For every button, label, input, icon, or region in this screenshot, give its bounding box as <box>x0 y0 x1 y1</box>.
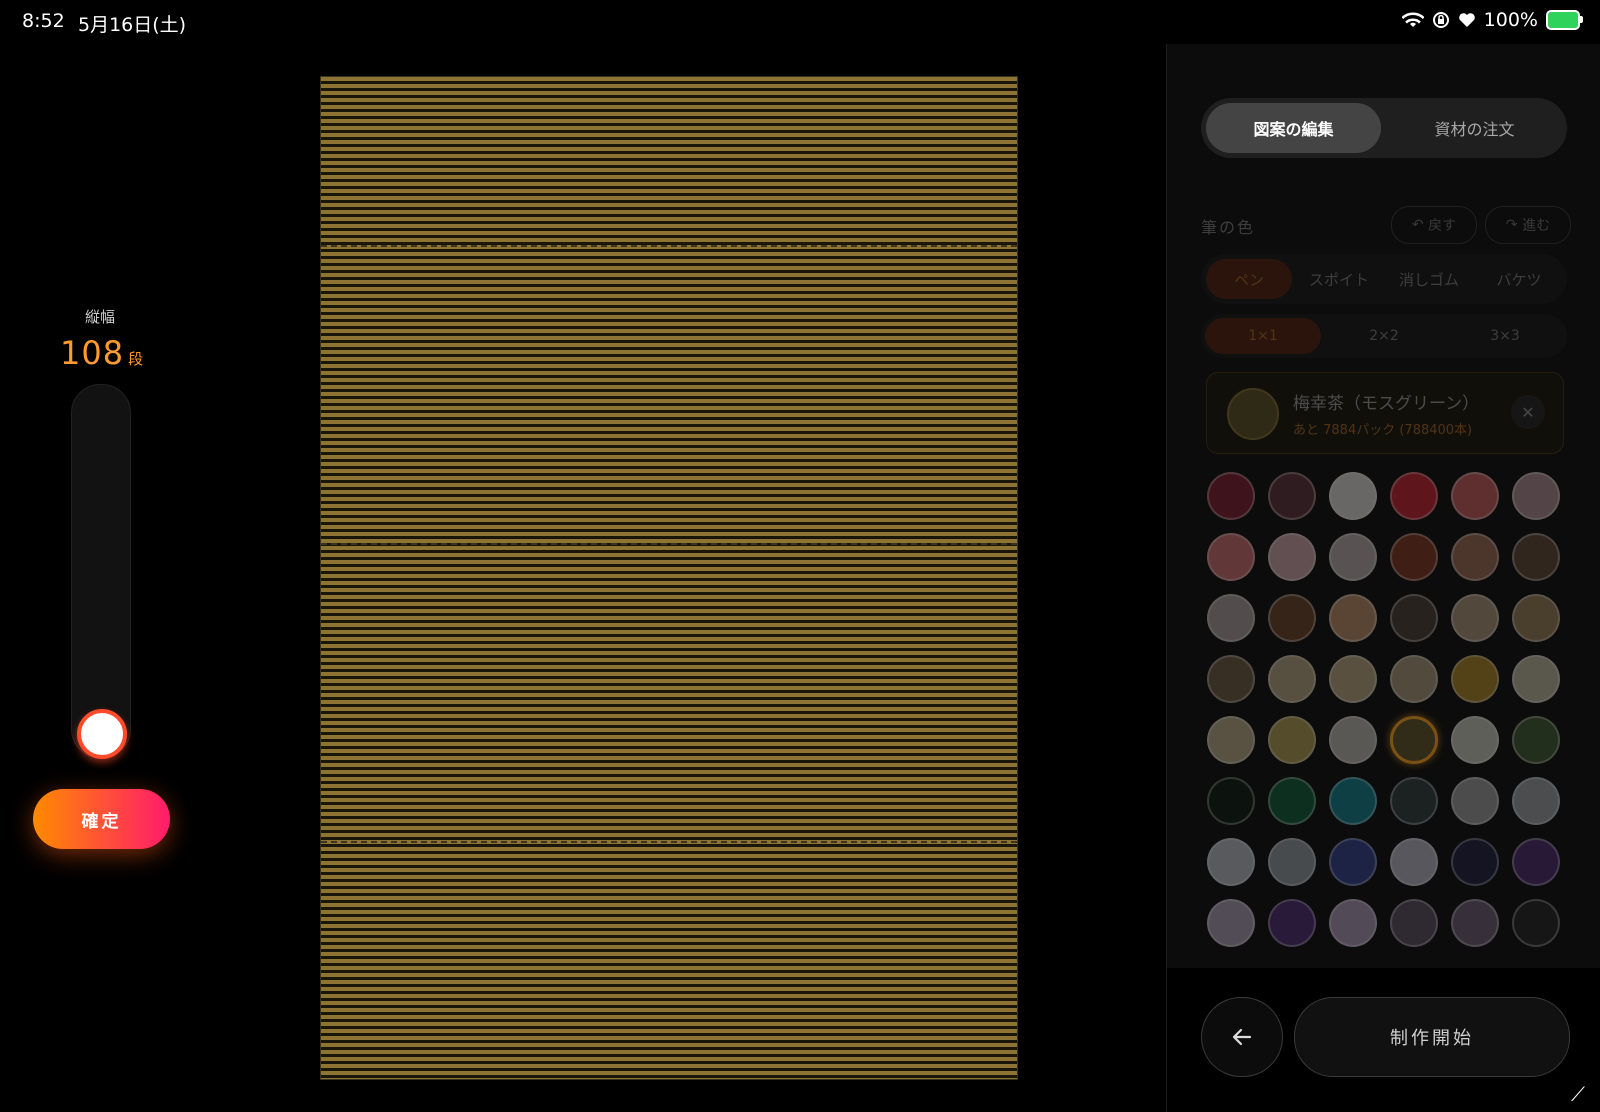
color-swatch[interactable] <box>1451 533 1499 581</box>
color-swatch[interactable] <box>1268 899 1316 947</box>
edit-panel: 図案の編集 資材の注文 筆の色 ↶ 戻す ↷ 進む ペン スポイト 消しゴム バ… <box>1166 44 1600 1112</box>
brush-color-title: 筆の色 <box>1201 218 1256 237</box>
color-swatch[interactable] <box>1329 777 1377 825</box>
color-swatch[interactable] <box>1268 533 1316 581</box>
selected-color-name: 梅幸茶（モスグリーン） <box>1293 394 1480 414</box>
height-unit: 段 <box>128 350 144 368</box>
color-swatch[interactable] <box>1512 838 1560 886</box>
pattern-canvas[interactable] <box>320 76 1018 1080</box>
size-3x3[interactable]: 3×3 <box>1447 318 1563 354</box>
tab-order-materials[interactable]: 資材の注文 <box>1387 103 1562 153</box>
size-2x2[interactable]: 2×2 <box>1326 318 1442 354</box>
color-swatch[interactable] <box>1329 533 1377 581</box>
battery-icon <box>1546 10 1583 30</box>
color-swatch[interactable] <box>1512 655 1560 703</box>
pencil-icon[interactable]: ⟋ <box>1571 1082 1595 1106</box>
close-icon: ✕ <box>1521 402 1535 422</box>
color-swatch[interactable] <box>1512 777 1560 825</box>
color-swatch[interactable] <box>1390 716 1438 764</box>
clear-selection-button[interactable]: ✕ <box>1511 395 1545 429</box>
wifi-icon <box>1401 12 1424 27</box>
color-swatch[interactable] <box>1451 472 1499 520</box>
status-bar: 8:52 5月16日(土) 100% <box>0 0 1600 44</box>
color-swatch[interactable] <box>1207 472 1255 520</box>
color-swatch[interactable] <box>1390 777 1438 825</box>
redo-label: 進む <box>1522 218 1551 234</box>
color-swatch[interactable] <box>1329 472 1377 520</box>
redo-icon: ↷ <box>1505 217 1523 233</box>
confirm-button[interactable]: 確定 <box>33 789 170 849</box>
color-swatch[interactable] <box>1512 533 1560 581</box>
heart-icon <box>1458 13 1475 27</box>
tool-pen[interactable]: ペン <box>1206 259 1292 299</box>
brush-size-selector: 1×1 2×2 3×3 <box>1201 314 1567 358</box>
arrow-left-icon <box>1232 1028 1252 1046</box>
start-production-button[interactable]: 制作開始 <box>1294 997 1570 1077</box>
selected-color-remaining: あと 7884パック (788400本) <box>1293 423 1473 438</box>
color-swatch[interactable] <box>1329 899 1377 947</box>
canvas-divider <box>321 543 1017 547</box>
color-swatch[interactable] <box>1390 472 1438 520</box>
color-swatch[interactable] <box>1268 472 1316 520</box>
color-swatch[interactable] <box>1451 899 1499 947</box>
color-swatch[interactable] <box>1268 716 1316 764</box>
undo-icon: ↶ <box>1411 217 1429 233</box>
color-swatch[interactable] <box>1268 777 1316 825</box>
canvas-divider <box>321 841 1017 845</box>
color-swatch[interactable] <box>1390 533 1438 581</box>
color-swatch[interactable] <box>1207 899 1255 947</box>
tool-bucket[interactable]: バケツ <box>1476 259 1562 299</box>
color-swatch[interactable] <box>1207 838 1255 886</box>
selected-color-swatch <box>1227 388 1279 440</box>
undo-button[interactable]: ↶ 戻す <box>1391 206 1477 244</box>
color-swatch[interactable] <box>1329 716 1377 764</box>
color-swatch[interactable] <box>1268 838 1316 886</box>
height-label: 縦幅 <box>84 308 115 326</box>
tool-eyedropper[interactable]: スポイト <box>1296 259 1382 299</box>
height-value: 108 段 <box>60 334 150 372</box>
color-swatch[interactable] <box>1451 777 1499 825</box>
canvas-divider <box>321 245 1017 249</box>
selected-color-card: 梅幸茶（モスグリーン） あと 7884パック (788400本) ✕ <box>1206 372 1564 454</box>
color-swatch[interactable] <box>1207 533 1255 581</box>
color-swatch[interactable] <box>1268 655 1316 703</box>
height-slider-thumb[interactable] <box>77 709 127 759</box>
color-swatch[interactable] <box>1512 716 1560 764</box>
status-time: 8:52 <box>22 10 65 32</box>
color-swatch[interactable] <box>1268 594 1316 642</box>
battery-percent: 100% <box>1483 9 1538 31</box>
color-swatch[interactable] <box>1390 838 1438 886</box>
mode-segmented-control: 図案の編集 資材の注文 <box>1201 98 1567 158</box>
color-swatch[interactable] <box>1390 655 1438 703</box>
tool-eraser[interactable]: 消しゴム <box>1386 259 1472 299</box>
color-swatch[interactable] <box>1451 716 1499 764</box>
height-slider-track[interactable] <box>71 384 131 758</box>
color-swatch[interactable] <box>1207 716 1255 764</box>
tool-selector: ペン スポイト 消しゴム バケツ <box>1201 254 1567 304</box>
status-date: 5月16日(土) <box>78 14 187 36</box>
height-number: 108 <box>60 334 125 372</box>
color-swatch[interactable] <box>1512 899 1560 947</box>
tab-edit-pattern[interactable]: 図案の編集 <box>1206 103 1381 153</box>
color-swatch[interactable] <box>1390 594 1438 642</box>
color-swatch[interactable] <box>1207 777 1255 825</box>
color-swatch[interactable] <box>1329 655 1377 703</box>
color-swatch[interactable] <box>1329 838 1377 886</box>
status-icons: 100% <box>1401 9 1583 31</box>
color-swatch[interactable] <box>1512 594 1560 642</box>
size-1x1[interactable]: 1×1 <box>1205 318 1321 354</box>
color-swatch[interactable] <box>1512 472 1560 520</box>
color-swatch[interactable] <box>1451 838 1499 886</box>
back-button[interactable] <box>1201 997 1283 1077</box>
color-swatch[interactable] <box>1451 594 1499 642</box>
color-swatch[interactable] <box>1207 594 1255 642</box>
redo-button[interactable]: ↷ 進む <box>1485 206 1571 244</box>
color-swatch[interactable] <box>1390 899 1438 947</box>
rotation-lock-icon <box>1432 12 1449 28</box>
color-swatch[interactable] <box>1451 655 1499 703</box>
undo-label: 戻す <box>1428 218 1457 234</box>
color-swatch[interactable] <box>1329 594 1377 642</box>
color-swatch[interactable] <box>1207 655 1255 703</box>
